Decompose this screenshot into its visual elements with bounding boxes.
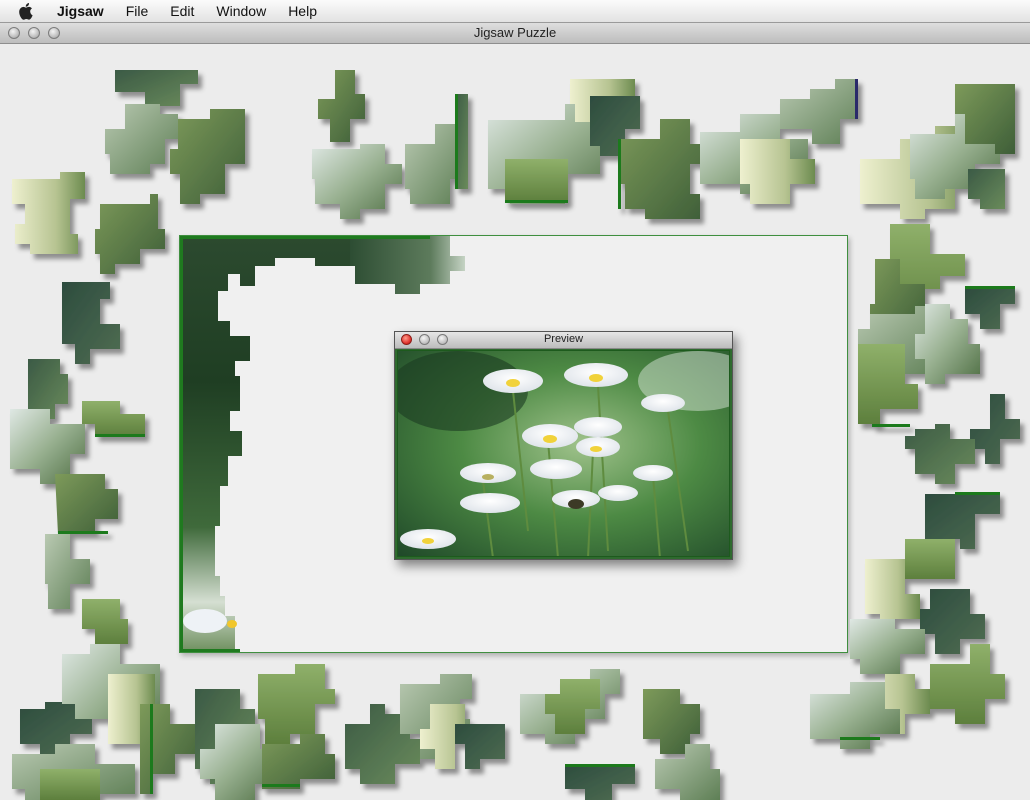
window-titlebar[interactable]: Jigsaw Puzzle [0, 23, 1030, 44]
menu-help[interactable]: Help [277, 0, 328, 22]
jigsaw-window: Jigsaw Puzzle Preview [0, 23, 1030, 800]
menu-edit[interactable]: Edit [159, 0, 205, 22]
preview-titlebar[interactable]: Preview [395, 332, 732, 349]
menu-app-jigsaw[interactable]: Jigsaw [46, 0, 115, 22]
apple-menu-icon[interactable] [18, 2, 36, 20]
puzzle-canvas[interactable]: Preview [0, 44, 1030, 800]
menu-file[interactable]: File [115, 0, 160, 22]
window-title: Jigsaw Puzzle [473, 25, 557, 40]
menu-window[interactable]: Window [205, 0, 277, 22]
preview-window[interactable]: Preview [394, 331, 733, 560]
menu-bar: Jigsaw File Edit Window Help [0, 0, 1030, 23]
preview-image [397, 350, 730, 557]
preview-title: Preview [543, 333, 584, 345]
